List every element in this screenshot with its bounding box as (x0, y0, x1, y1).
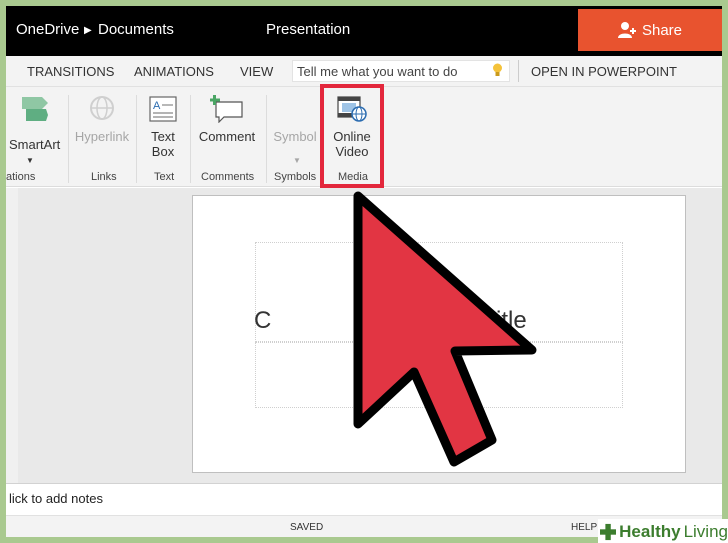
group-divider (266, 95, 267, 183)
slide-canvas[interactable]: C itle (192, 195, 686, 473)
symbol-label: Symbol (273, 129, 317, 144)
comment-label: Comment (198, 129, 256, 144)
breadcrumb-arrow-icon: ▶ (84, 25, 92, 36)
tab-animations[interactable]: ANIMATIONS (134, 64, 214, 79)
tab-view[interactable]: VIEW (240, 64, 273, 79)
group-label-links: Links (91, 171, 117, 183)
group-label-text: Text (154, 171, 175, 183)
documents-link[interactable]: Documents (98, 21, 174, 38)
open-in-powerpoint-button[interactable]: OPEN IN POWERPOINT (531, 64, 677, 79)
app-window: OneDrive ▶ Documents Presentation Share … (6, 6, 722, 537)
title-text-left: C (254, 307, 272, 334)
group-label-comments: Comments (201, 171, 255, 183)
title-placeholder[interactable]: C itle (254, 242, 623, 342)
group-label-illustrations: ations (6, 171, 36, 183)
new-comment-icon (210, 95, 243, 123)
file-name[interactable]: Presentation (266, 21, 350, 38)
group-divider (136, 95, 137, 183)
share-button[interactable]: Share (578, 9, 722, 51)
slide-thumbnail-pane[interactable] (6, 188, 18, 483)
smartart-label: SmartArt (9, 137, 61, 152)
tell-me-input[interactable]: Tell me what you want to do (292, 60, 510, 82)
notes-placeholder: lick to add notes (9, 491, 103, 506)
smartart-icon (22, 97, 48, 121)
lightbulb-icon (493, 63, 502, 76)
text-box-label-1: Text (151, 129, 175, 144)
top-bar: OneDrive ▶ Documents Presentation Share (6, 6, 722, 56)
tell-me-placeholder: Tell me what you want to do (297, 64, 458, 79)
share-label: Share (641, 21, 683, 39)
tab-divider (518, 60, 519, 82)
hyperlink-button[interactable]: Hyperlink (70, 95, 134, 144)
healthy-living-watermark: Healthy Living (598, 519, 728, 543)
subtitle-placeholder[interactable] (255, 342, 623, 408)
online-video-highlight (320, 84, 384, 188)
svg-text:A: A (153, 100, 161, 112)
dropdown-arrow-icon: ▼ (26, 156, 34, 165)
group-label-symbols: Symbols (274, 171, 317, 183)
help-link[interactable]: HELP (571, 522, 597, 533)
text-box-label-2: Box (151, 144, 175, 159)
comment-button[interactable]: Comment (194, 95, 260, 144)
group-divider (68, 95, 69, 183)
onedrive-link[interactable]: OneDrive (16, 21, 79, 38)
text-box-button[interactable]: A Text Box (140, 95, 186, 159)
hyperlink-label: Hyperlink (74, 129, 130, 144)
dropdown-arrow-icon: ▼ (293, 156, 301, 165)
add-person-icon (617, 22, 636, 38)
symbol-button[interactable]: Symbol ▼ (268, 95, 322, 165)
watermark-bold: Healthy (619, 522, 681, 541)
plus-cross-icon (600, 523, 617, 541)
ribbon-tabs: TRANSITIONS ANIMATIONS VIEW Tell me what… (6, 56, 722, 87)
text-box-icon: A (149, 96, 177, 122)
watermark-light: Living (683, 522, 728, 541)
globe-link-icon (90, 96, 114, 120)
title-text-right: itle (496, 307, 527, 334)
saved-status: SAVED (290, 522, 324, 533)
notes-pane[interactable]: lick to add notes (6, 483, 722, 513)
tab-transitions[interactable]: TRANSITIONS (27, 64, 114, 79)
smartart-button[interactable]: SmartArt ▼ (6, 95, 66, 165)
group-divider (190, 95, 191, 183)
